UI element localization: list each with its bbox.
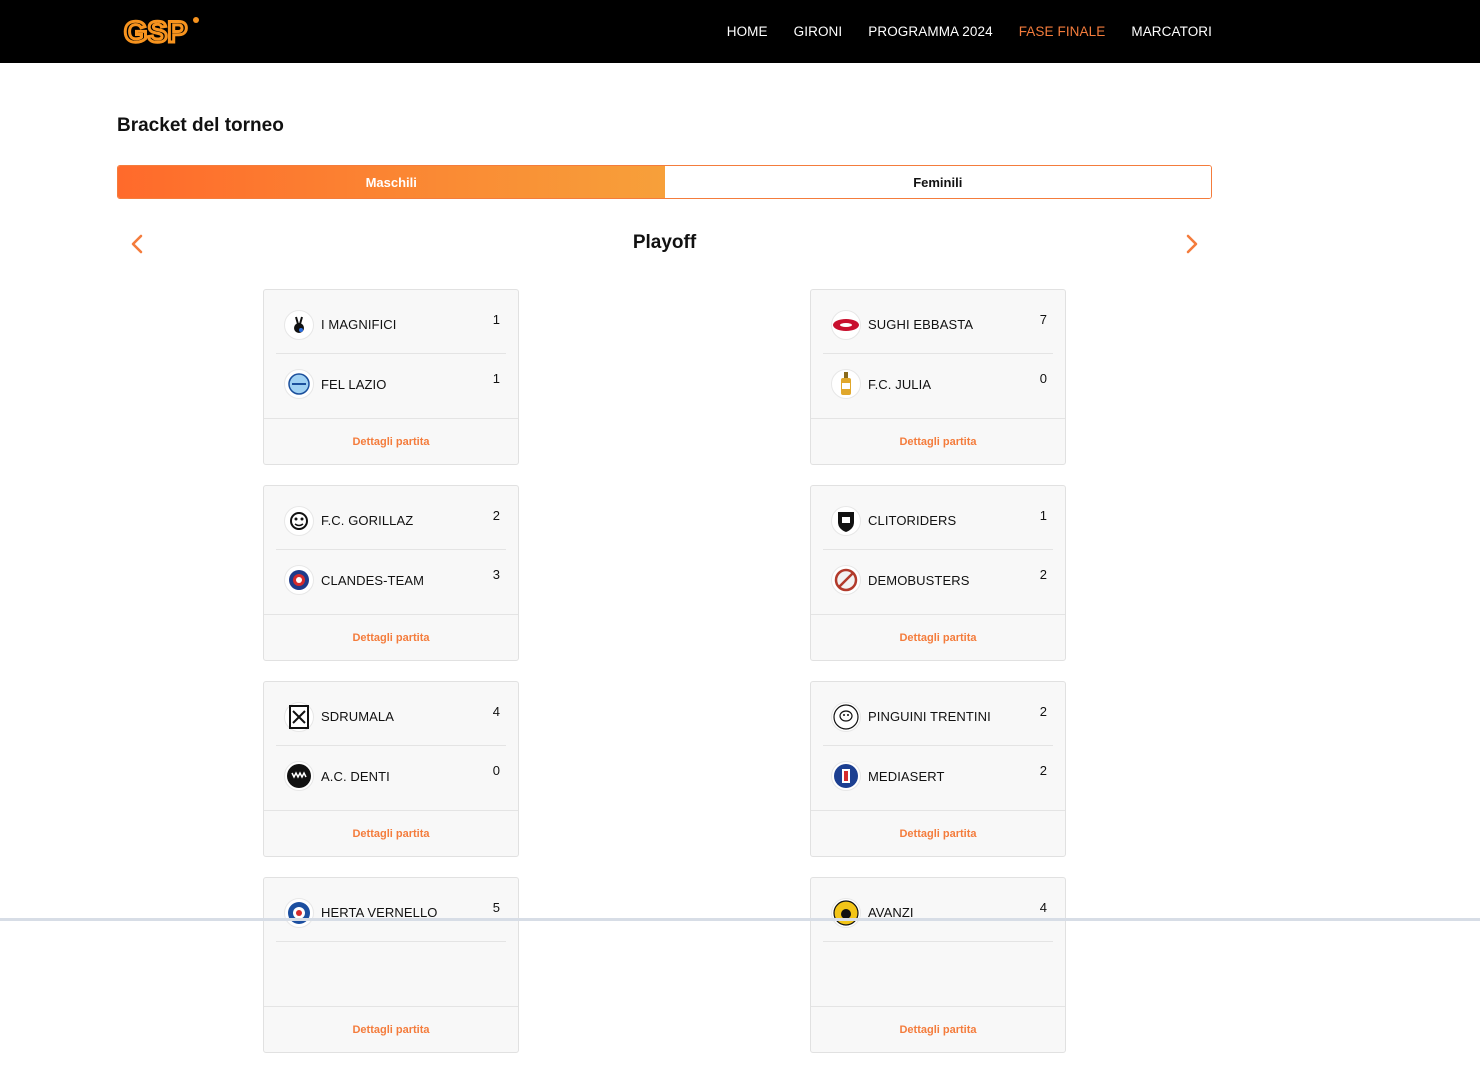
team-score: 5: [493, 900, 500, 915]
team-row: A.C. DENTI 0: [276, 747, 506, 805]
match-details-link[interactable]: Dettagli partita: [811, 1006, 1065, 1052]
team-score: 1: [1040, 508, 1047, 523]
match-details-link[interactable]: Dettagli partita: [264, 1006, 518, 1052]
team-score: 1: [493, 312, 500, 327]
team-name: F.C. GORILLAZ: [321, 513, 413, 528]
team-row: HERTA VERNELLO5: [276, 884, 506, 942]
match-card: SUGHI EBBASTA 7 F.C. JULIA 0 Dettagli partit…: [810, 289, 1066, 465]
herta-crest-icon: [284, 898, 314, 928]
avanzi-crest-icon: [831, 898, 861, 928]
team-row: I MAGNIFICI 1: [276, 296, 506, 354]
main-nav: HOME GIRONI PROGRAMMA 2024 FASE FINALE M…: [727, 0, 1212, 63]
chevron-right-icon: [1185, 234, 1199, 254]
team-name: CLANDES-TEAM: [321, 573, 424, 588]
team-row: F.C. GORILLAZ 2: [276, 492, 506, 550]
team-row: MEDIASERT 2: [823, 747, 1053, 805]
team-name: I MAGNIFICI: [321, 317, 397, 332]
round-title: Playoff: [117, 232, 1212, 254]
tab-feminili[interactable]: Feminili: [665, 166, 1212, 198]
match-card: CLITORIDERS 1 DEMOBUSTERS 2 Dettagli partita: [810, 485, 1066, 661]
match-card: AVANZI4 Dettagli partita: [810, 877, 1066, 1053]
team-row: SDRUMALA 4: [276, 688, 506, 746]
match-card: I MAGNIFICI 1 FEL LAZIO 1 Dettagli partita: [263, 289, 519, 465]
ball-crest-icon: [284, 565, 314, 595]
nav-gironi[interactable]: GIRONI: [794, 24, 843, 39]
team-name: SDRUMALA: [321, 709, 394, 724]
team-score: 7: [1040, 312, 1047, 327]
match-card: PINGUINI TRENTINI 2 MEDIASERT 2 Dettagli par…: [810, 681, 1066, 857]
team-score: 4: [493, 704, 500, 719]
team-row: CLANDES-TEAM 3: [276, 551, 506, 609]
svg-text:GSP: GSP: [124, 16, 187, 49]
team-score: 0: [493, 763, 500, 778]
shield-crest-icon: [831, 506, 861, 536]
team-name: PINGUINI TRENTINI: [868, 709, 991, 724]
next-round-button[interactable]: [1178, 230, 1206, 258]
team-score: 3: [493, 567, 500, 582]
tab-maschili[interactable]: Maschili: [118, 166, 665, 198]
team-name: DEMOBUSTERS: [868, 573, 970, 588]
team-name: F.C. JULIA: [868, 377, 931, 392]
penguin-icon: [831, 702, 861, 732]
team-score: 1: [493, 371, 500, 386]
team-row: F.C. JULIA 0: [823, 355, 1053, 413]
match-details-link[interactable]: Dettagli partita: [264, 614, 518, 660]
mediasert-crest-icon: [831, 761, 861, 791]
match-details-link[interactable]: Dettagli partita: [811, 614, 1065, 660]
team-row: PINGUINI TRENTINI 2: [823, 688, 1053, 746]
match-card: SDRUMALA 4 A.C. DENTI 0 Dettagli partita: [263, 681, 519, 857]
top-navbar: GSP HOME GIRONI PROGRAMMA 2024 FASE FINA…: [0, 0, 1480, 63]
bunny-icon: [284, 310, 314, 340]
gorilla-icon: [284, 506, 314, 536]
team-name: FEL LAZIO: [321, 377, 386, 392]
team-row: FEL LAZIO 1: [276, 355, 506, 413]
match-details-link[interactable]: Dettagli partita: [264, 810, 518, 856]
team-score: 2: [1040, 763, 1047, 778]
sughi-logo-icon: [831, 310, 861, 340]
gender-tabs: Maschili Feminili: [117, 165, 1212, 199]
team-name: SUGHI EBBASTA: [868, 317, 973, 332]
page-title: Bracket del torneo: [117, 115, 284, 137]
match-details-link[interactable]: Dettagli partita: [811, 810, 1065, 856]
gsp-logo[interactable]: GSP: [122, 12, 202, 50]
team-row: SUGHI EBBASTA 7: [823, 296, 1053, 354]
match-card: HERTA VERNELLO5 Dettagli partita: [263, 877, 519, 1053]
nav-fase-finale[interactable]: FASE FINALE: [1019, 24, 1106, 39]
no-ghost-icon: [831, 565, 861, 595]
bottle-icon: [831, 369, 861, 399]
square-crest-icon: [284, 702, 314, 732]
team-name: CLITORIDERS: [868, 513, 956, 528]
team-score: 2: [493, 508, 500, 523]
nav-programma[interactable]: PROGRAMMA 2024: [868, 24, 992, 39]
nav-home[interactable]: HOME: [727, 24, 768, 39]
team-row: DEMOBUSTERS 2: [823, 551, 1053, 609]
bracket-column-right: SUGHI EBBASTA 7 F.C. JULIA 0 Dettagli partit…: [810, 289, 1066, 1073]
team-score: 4: [1040, 900, 1047, 915]
team-score: 2: [1040, 704, 1047, 719]
team-score: 0: [1040, 371, 1047, 386]
round-navigator: Playoff: [117, 226, 1212, 262]
match-details-link[interactable]: Dettagli partita: [264, 418, 518, 464]
match-details-link[interactable]: Dettagli partita: [811, 418, 1065, 464]
bracket-column-left: I MAGNIFICI1FEL LAZIO1Dettagli partitaF.…: [263, 289, 519, 1073]
teeth-icon: [284, 761, 314, 791]
eagle-shield-icon: [284, 369, 314, 399]
team-name: A.C. DENTI: [321, 769, 390, 784]
team-name: MEDIASERT: [868, 769, 945, 784]
team-row: AVANZI4: [823, 884, 1053, 942]
match-card: F.C. GORILLAZ 2 CLANDES-TEAM 3 Dettagli part…: [263, 485, 519, 661]
team-score: 2: [1040, 567, 1047, 582]
nav-marcatori[interactable]: MARCATORI: [1131, 24, 1212, 39]
team-row: CLITORIDERS 1: [823, 492, 1053, 550]
